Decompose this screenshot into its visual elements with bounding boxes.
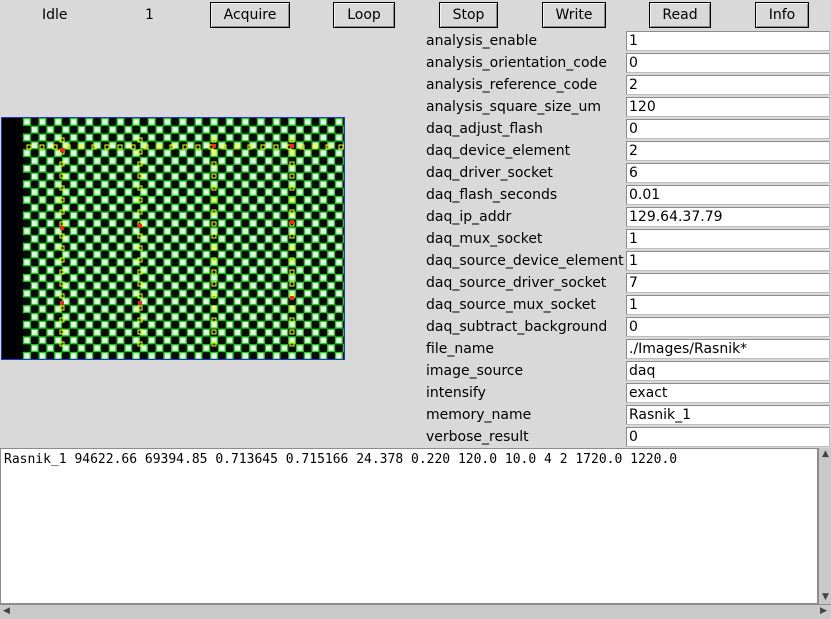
rasnik-image <box>2 118 344 359</box>
param-row: daq_source_driver_socket <box>426 272 831 294</box>
scroll-left-icon[interactable]: ◀ <box>0 605 13 618</box>
param-name-label: daq_adjust_flash <box>426 121 543 137</box>
param-name-label: verbose_result <box>426 429 529 445</box>
param-value-input[interactable] <box>626 163 830 183</box>
param-row: analysis_square_size_um <box>426 96 831 118</box>
param-value-input[interactable] <box>626 185 830 205</box>
param-row: verbose_result <box>426 426 831 448</box>
horizontal-scrollbar[interactable]: ◀ ▶ <box>0 604 831 619</box>
param-name-label: daq_driver_socket <box>426 165 553 181</box>
stop-button[interactable]: Stop <box>439 2 498 28</box>
status-label: Idle <box>42 7 68 23</box>
param-name-label: analysis_orientation_code <box>426 55 608 71</box>
rasnik-image-panel[interactable] <box>1 117 345 360</box>
scroll-up-icon[interactable]: ▲ <box>819 448 831 461</box>
param-row: analysis_orientation_code <box>426 52 831 74</box>
loop-button[interactable]: Loop <box>333 2 395 28</box>
param-row: image_source <box>426 360 831 382</box>
param-name-label: daq_source_mux_socket <box>426 297 596 313</box>
scroll-right-icon[interactable]: ▶ <box>817 605 830 618</box>
param-value-input[interactable] <box>626 317 830 337</box>
param-value-input[interactable] <box>626 141 830 161</box>
param-value-input[interactable] <box>626 383 830 403</box>
param-row: daq_driver_socket <box>426 162 831 184</box>
param-name-label: image_source <box>426 363 524 379</box>
result-text-area[interactable]: Rasnik_1 94622.66 69394.85 0.713645 0.71… <box>0 448 818 604</box>
param-name-label: intensify <box>426 385 486 401</box>
param-row: daq_ip_addr <box>426 206 831 228</box>
param-value-input[interactable] <box>626 31 830 51</box>
param-name-label: analysis_square_size_um <box>426 99 602 115</box>
param-row: file_name <box>426 338 831 360</box>
param-row: intensify <box>426 382 831 404</box>
write-button[interactable]: Write <box>542 2 606 28</box>
param-row: daq_subtract_background <box>426 316 831 338</box>
param-value-input[interactable] <box>626 361 830 381</box>
param-value-input[interactable] <box>626 53 830 73</box>
param-row: daq_mux_socket <box>426 228 831 250</box>
param-name-label: daq_source_device_element <box>426 253 624 269</box>
read-button[interactable]: Read <box>649 2 711 28</box>
param-row: analysis_reference_code <box>426 74 831 96</box>
param-value-input[interactable] <box>626 251 830 271</box>
param-row: daq_device_element <box>426 140 831 162</box>
param-row: daq_source_mux_socket <box>426 294 831 316</box>
param-value-input[interactable] <box>626 229 830 249</box>
param-value-input[interactable] <box>626 75 830 95</box>
param-value-input[interactable] <box>626 405 830 425</box>
param-row: analysis_enable <box>426 30 831 52</box>
vertical-scrollbar[interactable]: ▲ ▼ <box>818 448 831 604</box>
scroll-down-icon[interactable]: ▼ <box>819 591 831 604</box>
param-name-label: analysis_reference_code <box>426 77 598 93</box>
param-name-label: daq_mux_socket <box>426 231 543 247</box>
param-name-label: analysis_enable <box>426 33 538 49</box>
param-value-input[interactable] <box>626 97 830 117</box>
param-name-label: daq_flash_seconds <box>426 187 558 203</box>
param-value-input[interactable] <box>626 273 830 293</box>
param-name-label: daq_device_element <box>426 143 571 159</box>
param-row: daq_flash_seconds <box>426 184 831 206</box>
param-value-input[interactable] <box>626 427 830 447</box>
param-name-label: file_name <box>426 341 495 357</box>
param-row: daq_source_device_element <box>426 250 831 272</box>
param-name-label: memory_name <box>426 407 532 423</box>
param-value-input[interactable] <box>626 119 830 139</box>
param-name-label: daq_subtract_background <box>426 319 608 335</box>
param-row: memory_name <box>426 404 831 426</box>
counter-label: 1 <box>145 7 154 23</box>
acquire-button[interactable]: Acquire <box>210 2 290 28</box>
param-name-label: daq_source_driver_socket <box>426 275 607 291</box>
param-value-input[interactable] <box>626 339 830 359</box>
param-value-input[interactable] <box>626 207 830 227</box>
info-button[interactable]: Info <box>755 2 809 28</box>
param-value-input[interactable] <box>626 295 830 315</box>
param-name-label: daq_ip_addr <box>426 209 512 225</box>
param-row: daq_adjust_flash <box>426 118 831 140</box>
